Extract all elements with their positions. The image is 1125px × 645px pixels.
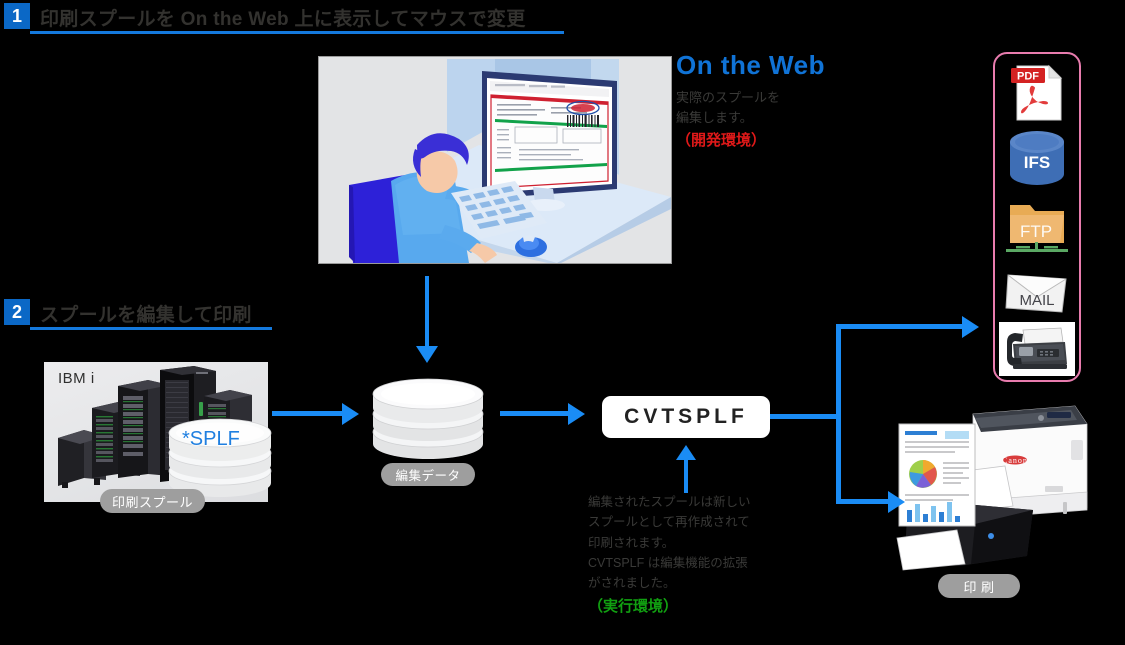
diagram-canvas: 1 印刷スプールを On the Web 上に表示してマウスで変更 2 スプール… — [0, 0, 1125, 645]
workstation-illustration — [318, 56, 672, 264]
arrow-branch-vertical — [836, 324, 841, 504]
desc-line-3: 印刷されます。 — [588, 535, 675, 550]
section-rule-1 — [30, 31, 564, 34]
printer-output-graphic: Canon — [895, 398, 1091, 573]
desc-line-5: がされました。 — [588, 576, 676, 590]
arrow-branch-trunk — [770, 414, 840, 419]
section-rule-2 — [30, 327, 272, 330]
runtime-description: 編集されたスプールは新しい スプールとして再作成されて 印刷されます。 CVTS… — [588, 492, 818, 620]
section-number-2: 2 — [4, 299, 30, 325]
arrow-right-head-icon-data — [568, 403, 585, 425]
on-the-web-body-line-2: 編集します。 — [676, 110, 753, 126]
svg-text:PDF: PDF — [1017, 71, 1039, 83]
section-number-1: 1 — [4, 3, 30, 29]
arrow-right-head-icon-ibm — [342, 403, 359, 425]
print-badge: 印 刷 — [938, 574, 1020, 598]
arrow-up-head-icon — [676, 445, 696, 460]
arrow-down-icon — [425, 276, 429, 348]
svg-text:MAIL: MAIL — [1019, 292, 1054, 309]
on-the-web-title: On the Web — [676, 50, 825, 80]
arrow-right-icon-to-outputs — [836, 324, 964, 329]
print-spool-badge: 印刷スプール — [100, 489, 205, 513]
edit-data-disk-stack — [368, 376, 488, 467]
desc-line-4: CVTSPLF は編集機能の拡張 — [588, 555, 748, 570]
svg-text:Canon: Canon — [1002, 456, 1028, 465]
cvtsplf-command-box[interactable]: CVTSPLF — [602, 396, 770, 438]
arrow-down-head-icon — [416, 346, 438, 363]
svg-text:FTP: FTP — [1020, 222, 1052, 241]
section-header-2: 2 スプールを編集して印刷 — [4, 299, 272, 330]
cvtsplf-label: CVTSPLF — [624, 405, 748, 428]
arrow-right-head-icon-outputs — [962, 316, 979, 338]
development-environment-label: （開発環境） — [676, 132, 767, 150]
pdf-icon[interactable]: PDF — [1009, 64, 1065, 127]
arrow-right-icon-data-to-cmd — [500, 411, 570, 416]
arrow-up-icon — [684, 455, 688, 493]
arrow-right-head-icon-printer — [888, 491, 905, 513]
ifs-icon[interactable]: IFS — [1006, 130, 1068, 191]
output-destinations-panel: PDF IFS FTP MAIL — [993, 52, 1081, 382]
on-the-web-body-line-1: 実際のスプールを — [676, 90, 781, 105]
fax-icon[interactable] — [999, 322, 1075, 381]
section-title-1: 印刷スプールを On the Web 上に表示してマウスで変更 — [40, 9, 526, 30]
on-the-web-caption: On the Web 実際のスプールを 編集します。 （開発環境） — [676, 52, 916, 151]
splf-disk-label: *SPLF — [182, 428, 240, 450]
arrow-right-icon-ibm-to-data — [272, 411, 344, 416]
svg-text:IFS: IFS — [1024, 153, 1050, 172]
section-title-2: スプールを編集して印刷 — [40, 305, 252, 326]
runtime-environment-label: （実行環境） — [588, 598, 679, 616]
desk-scene-graphic — [319, 57, 671, 263]
desc-line-2: スプールとして再作成されて — [588, 515, 750, 530]
section-header-1: 1 印刷スプールを On the Web 上に表示してマウスで変更 — [4, 3, 564, 34]
arrow-right-icon-to-printer — [836, 499, 890, 504]
edit-data-badge: 編集データ — [381, 463, 475, 486]
mail-icon[interactable]: MAIL — [1004, 267, 1070, 320]
desc-line-1: 編集されたスプールは新しい — [588, 495, 751, 509]
ftp-icon[interactable]: FTP — [1004, 197, 1070, 260]
